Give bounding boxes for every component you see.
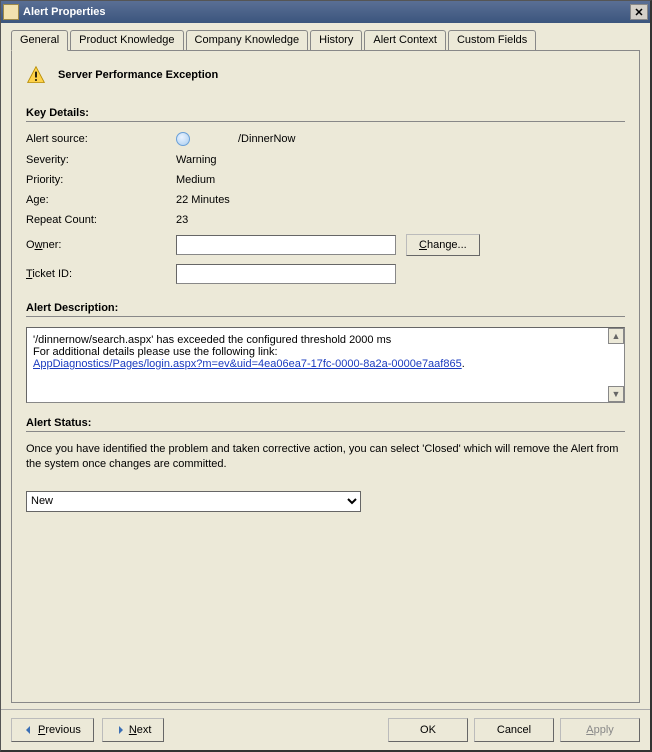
description-link-suffix: . (462, 358, 465, 370)
apply-button[interactable]: Apply (560, 718, 640, 742)
warning-icon (26, 65, 46, 85)
alert-title: Server Performance Exception (58, 69, 218, 81)
scroll-down-icon[interactable]: ▼ (608, 386, 624, 402)
arrow-left-icon (24, 725, 34, 735)
tab-company-knowledge[interactable]: Company Knowledge (186, 30, 309, 51)
tab-bar: General Product Knowledge Company Knowle… (1, 23, 650, 50)
previous-button[interactable]: Previous (11, 718, 94, 742)
label-severity: Severity: (26, 154, 176, 166)
ticket-id-input[interactable] (176, 264, 396, 284)
label-ticket-id: Ticket ID: (26, 268, 176, 280)
scroll-up-icon[interactable]: ▲ (608, 328, 624, 344)
value-priority: Medium (176, 174, 215, 186)
alert-status-select[interactable]: New (26, 491, 361, 512)
value-severity: Warning (176, 154, 217, 166)
change-owner-button[interactable]: Change... (406, 234, 480, 256)
window-title: Alert Properties (23, 6, 630, 18)
row-alert-source: Alert source: /DinnerNow (26, 132, 625, 146)
alert-header: Server Performance Exception (26, 65, 625, 85)
tab-product-knowledge[interactable]: Product Knowledge (70, 30, 183, 51)
window-icon (3, 4, 19, 20)
dialog-footer: Previous Next OK Cancel Apply (1, 709, 650, 750)
arrow-right-icon (115, 725, 125, 735)
label-alert-source: Alert source: (26, 133, 176, 145)
description-link[interactable]: AppDiagnostics/Pages/login.aspx?m=ev&uid… (33, 358, 462, 370)
row-age: Age: 22 Minutes (26, 194, 625, 206)
value-repeat-count: 23 (176, 214, 188, 226)
alert-properties-window: Alert Properties ✕ General Product Knowl… (0, 0, 652, 752)
label-repeat-count: Repeat Count: (26, 214, 176, 226)
tab-history[interactable]: History (310, 30, 362, 51)
label-owner: Owner: (26, 239, 176, 251)
label-age: Age: (26, 194, 176, 206)
row-ticket-id: Ticket ID: (26, 264, 625, 284)
globe-icon (176, 132, 190, 146)
tab-custom-fields[interactable]: Custom Fields (448, 30, 536, 51)
row-severity: Severity: Warning (26, 154, 625, 166)
close-icon[interactable]: ✕ (630, 4, 648, 20)
row-owner: Owner: Change... (26, 234, 625, 256)
ok-button[interactable]: OK (388, 718, 468, 742)
value-age: 22 Minutes (176, 194, 230, 206)
description-line-2: For additional details please use the fo… (33, 346, 618, 358)
label-priority: Priority: (26, 174, 176, 186)
titlebar: Alert Properties ✕ (1, 1, 650, 23)
key-details-heading: Key Details: (26, 107, 625, 122)
next-button[interactable]: Next (102, 718, 165, 742)
row-priority: Priority: Medium (26, 174, 625, 186)
description-line-1: '/dinnernow/search.aspx' has exceeded th… (33, 334, 618, 346)
alert-status-text: Once you have identified the problem and… (26, 442, 625, 473)
alert-status-heading: Alert Status: (26, 417, 625, 432)
tab-alert-context[interactable]: Alert Context (364, 30, 446, 51)
row-repeat-count: Repeat Count: 23 (26, 214, 625, 226)
cancel-button[interactable]: Cancel (474, 718, 554, 742)
alert-description-heading: Alert Description: (26, 302, 625, 317)
owner-input[interactable] (176, 235, 396, 255)
value-alert-source: /DinnerNow (238, 133, 295, 145)
tab-panel-general: Server Performance Exception Key Details… (11, 50, 640, 703)
description-link-row: AppDiagnostics/Pages/login.aspx?m=ev&uid… (33, 358, 618, 370)
tab-general[interactable]: General (11, 30, 68, 51)
alert-description-box: '/dinnernow/search.aspx' has exceeded th… (26, 327, 625, 403)
